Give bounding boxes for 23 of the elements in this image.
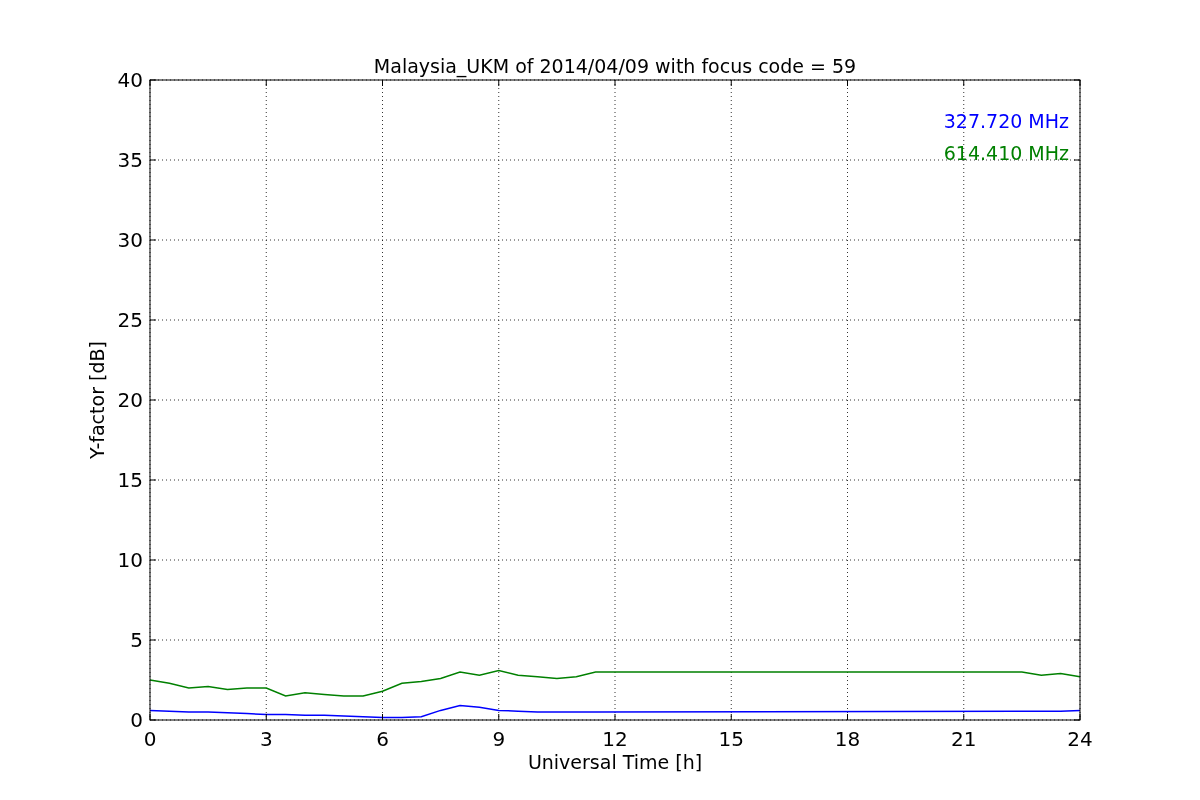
tick-label: 20 [117,388,143,412]
tick-label: 25 [117,308,143,332]
tick-label: 9 [492,727,506,751]
legend-label: 327.720 MHz [943,110,1069,132]
tick-label: 30 [117,228,143,252]
tick-label: 35 [117,148,143,172]
tick-label: 12 [602,727,628,751]
tick-label: 0 [130,708,143,732]
tick-label: 3 [259,727,273,751]
legend-label: 614.410 MHz [943,142,1069,164]
tick-label: 10 [117,548,143,572]
tick-label: 15 [117,468,143,492]
tick-label: 0 [143,727,157,751]
tick-label: 6 [376,727,389,751]
tick-label: 18 [834,727,861,751]
axis-label: Universal Time [h] [527,751,703,773]
tick-label: 24 [1067,727,1093,751]
tick-label: 21 [951,727,977,751]
tick-label: 15 [718,727,744,751]
chart-title: Malaysia_UKM of 2014/04/09 with focus code = 59 [373,55,857,77]
axis-label: Y-factor [dB] [86,341,108,459]
tick-label: 40 [117,68,143,92]
tick-label: 5 [130,628,143,652]
